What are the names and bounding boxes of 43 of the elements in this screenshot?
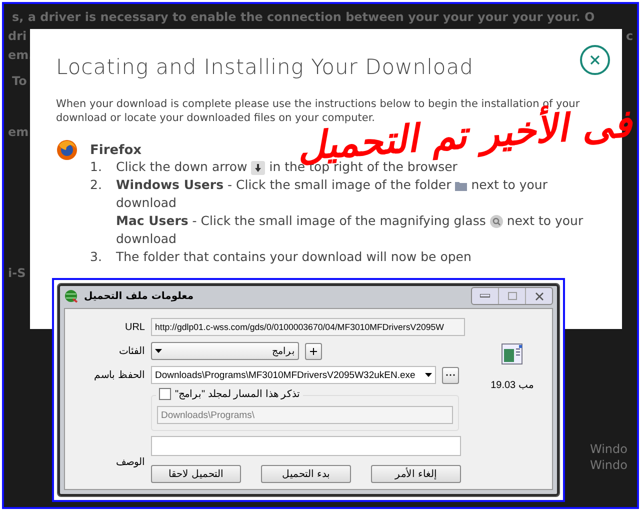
description-field[interactable] <box>151 436 461 456</box>
dialog-title: معلومات ملف التحميل <box>84 290 194 302</box>
file-icon <box>501 343 523 365</box>
plus-icon <box>310 348 317 354</box>
firefox-icon <box>56 139 78 161</box>
maximize-icon <box>508 292 516 300</box>
globe-icon <box>64 289 78 303</box>
add-button[interactable] <box>305 342 322 360</box>
caret-icon <box>155 349 162 353</box>
category-label: الفئات <box>119 345 145 357</box>
close-button[interactable] <box>580 45 610 75</box>
url-label: URL <box>124 322 145 332</box>
step-number: 1. <box>90 158 103 176</box>
minimize-icon <box>480 294 490 298</box>
background-text: Windo <box>590 442 628 456</box>
close-icon <box>534 292 544 300</box>
close-icon <box>590 55 600 65</box>
background-text: c <box>626 29 634 43</box>
url-field[interactable]: http://gdlp01.c-wss.com/gds/0/0100003670/04/MF3010MFDriversV2095W <box>151 318 465 336</box>
file-size: مب 19.03 <box>490 379 534 391</box>
background-text: em <box>8 125 29 139</box>
step-number: 2. <box>90 176 103 194</box>
step-text: Mac Users - Click the small image of the magnifying glass next to your download <box>116 212 584 248</box>
background-text: Windo <box>590 458 628 472</box>
background-text: dri <box>8 29 27 43</box>
step-text: The folder that contains your download will now be open <box>116 248 472 266</box>
step-number: 3. <box>90 248 103 266</box>
background-text: i-S <box>8 266 26 280</box>
dialog-button[interactable]: بدء التحميل <box>261 465 351 483</box>
background-text: To <box>12 74 27 88</box>
folder-path-field: Downloads\Programs\ <box>157 406 453 424</box>
background-text: s, a driver is necessary to enable the connection between your your your your your. O <box>12 10 595 24</box>
browse-button[interactable] <box>442 366 459 384</box>
save-as-label: الحفظ باسم <box>94 369 145 381</box>
dialog-button[interactable]: التحميل لاحقا <box>151 465 241 483</box>
category-dropdown[interactable]: برامج <box>151 342 299 360</box>
remember-label: تذكر هذا المسار لمجلد "برامج" <box>175 388 300 400</box>
modal-title: Locating and Installing Your Download <box>56 55 474 79</box>
description-label: الوصف <box>116 456 145 468</box>
remember-checkbox[interactable] <box>159 388 171 400</box>
dialog-button[interactable]: إلغاء الأمر <box>371 465 461 483</box>
save-path-dropdown[interactable]: Downloads\Programs\MF3010MFDriversV2095W32ukEN.exe <box>151 366 436 384</box>
caret-icon <box>425 373 432 377</box>
